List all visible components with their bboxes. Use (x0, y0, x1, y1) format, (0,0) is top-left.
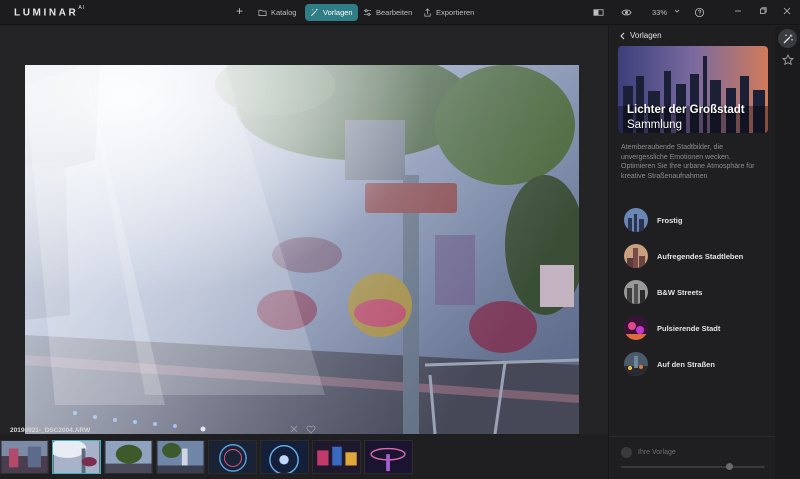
photo-filename: 20190921-_DSC2004.ARW (10, 427, 91, 434)
zoom-level[interactable]: 33% (652, 8, 667, 17)
slider-handle[interactable] (725, 463, 733, 470)
tab-bearbeiten[interactable]: Bearbeiten (358, 4, 417, 21)
top-bar: LUMINARAI + Katalog Vorlagen Bearbeiten … (0, 0, 800, 25)
preset-item[interactable]: Aufregendes Stadtleben (624, 244, 743, 268)
collection-subtitle: Sammlung (627, 119, 682, 131)
magic-wand-icon (311, 8, 318, 16)
filmstrip-thumbnail[interactable] (156, 440, 205, 474)
collection-title: Lichter der Großstadt (627, 104, 745, 116)
sliders-icon (363, 9, 372, 16)
preset-item[interactable]: Auf den Straßen (624, 352, 715, 376)
favorites-tool-button[interactable] (778, 50, 797, 69)
panel-divider (609, 436, 776, 437)
main-photo[interactable] (25, 65, 579, 434)
back-to-presets-button[interactable]: Vorlagen (619, 31, 662, 40)
collection-hero: Lichter der Großstadt Sammlung (618, 46, 768, 133)
tab-katalog[interactable]: Katalog (253, 4, 301, 21)
chevron-down-icon[interactable] (674, 8, 680, 14)
image-canvas[interactable] (0, 26, 608, 434)
reject-icon[interactable] (289, 424, 299, 434)
preset-item[interactable]: B&W Streets (624, 280, 702, 304)
favorite-icon[interactable] (306, 425, 316, 434)
filmstrip-thumbnail[interactable] (52, 440, 101, 474)
collection-description: Atemberaubende Stadtbilder, die unverges… (621, 144, 755, 180)
compare-view-icon[interactable] (593, 7, 604, 18)
star-icon (781, 53, 794, 65)
presets-tool-button[interactable] (778, 29, 797, 48)
app-logo: LUMINARAI (14, 5, 86, 19)
close-icon[interactable] (782, 6, 792, 16)
folder-icon (258, 9, 267, 17)
tab-vorlagen[interactable]: Vorlagen (305, 4, 358, 21)
your-preset-icon (621, 447, 632, 458)
preset-amount-slider[interactable] (621, 466, 765, 468)
preset-thumbnail (624, 316, 648, 340)
side-tool-strip (775, 26, 800, 479)
add-button[interactable]: + (236, 5, 243, 17)
preset-item[interactable]: Frostig (624, 208, 682, 232)
your-preset-toggle[interactable]: Ihre Vorlage (621, 447, 676, 458)
filmstrip-thumbnail[interactable] (104, 440, 153, 474)
minimize-icon[interactable] (733, 6, 743, 16)
eye-icon[interactable] (621, 7, 632, 18)
preset-thumbnail (624, 352, 648, 376)
help-icon[interactable] (694, 7, 705, 18)
preset-thumbnail (624, 244, 648, 268)
preset-thumbnail (624, 208, 648, 232)
filmstrip (0, 440, 413, 474)
filmstrip-thumbnail[interactable] (0, 440, 49, 474)
restore-icon[interactable] (758, 6, 768, 16)
chevron-left-icon (620, 32, 625, 39)
share-icon (424, 8, 431, 17)
tab-exportieren[interactable]: Exportieren (418, 4, 479, 21)
filmstrip-thumbnail[interactable] (260, 440, 309, 474)
preset-item[interactable]: Pulsierende Stadt (624, 316, 720, 340)
fairground-photo (25, 65, 579, 434)
filmstrip-thumbnail[interactable] (208, 440, 257, 474)
filmstrip-thumbnail[interactable] (312, 440, 361, 474)
filmstrip-thumbnail[interactable] (364, 440, 413, 474)
preset-thumbnail (624, 280, 648, 304)
magic-wand-icon (783, 34, 793, 43)
presets-panel: Vorlagen Lichter der Großstadt Sammlung … (608, 26, 776, 479)
